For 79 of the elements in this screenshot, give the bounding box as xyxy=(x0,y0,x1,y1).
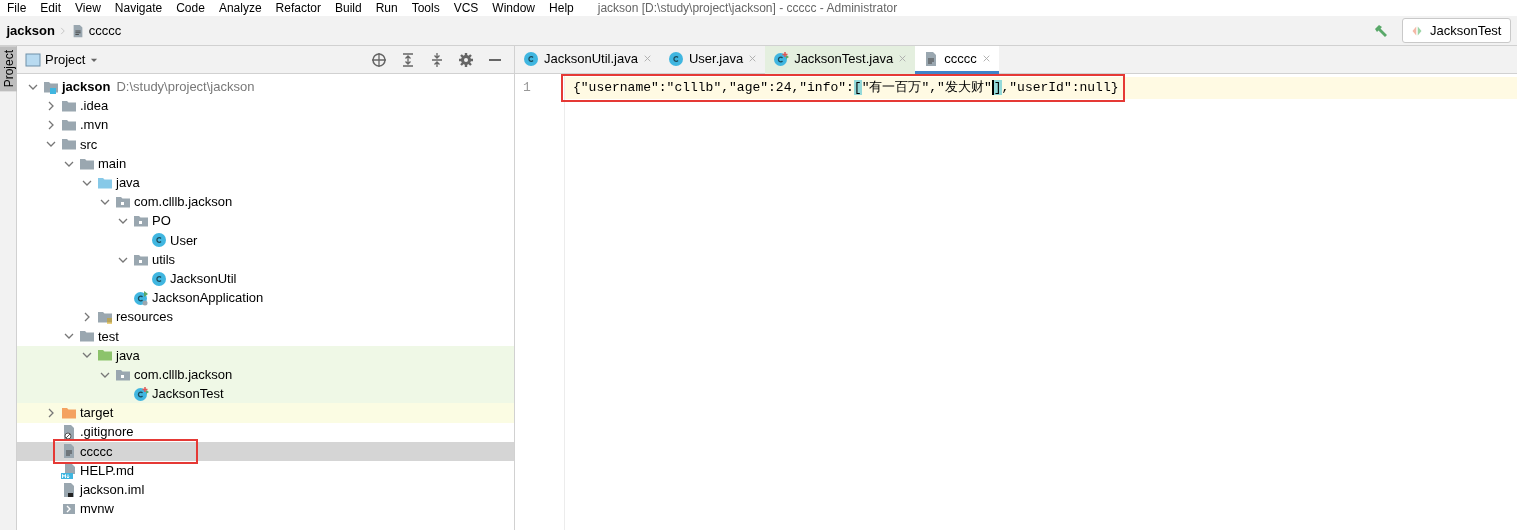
tree-item[interactable]: jackson.iml xyxy=(17,480,514,500)
tree-item[interactable]: utils xyxy=(17,249,514,270)
tree-item[interactable]: main xyxy=(17,154,514,174)
tree-item[interactable]: src xyxy=(17,134,514,154)
menu-item[interactable]: Refactor xyxy=(268,0,328,16)
menu-item[interactable]: Run xyxy=(368,0,405,16)
tree-item[interactable]: .idea xyxy=(17,96,514,116)
breadcrumb-item[interactable]: jackson xyxy=(6,20,55,41)
menu-item[interactable]: VCS xyxy=(446,0,486,16)
panel-icon xyxy=(25,51,41,68)
menu-item[interactable]: Code xyxy=(169,0,212,16)
close-icon xyxy=(748,54,758,63)
project-view-dropdown[interactable]: Project xyxy=(25,49,100,70)
tree-item[interactable]: java xyxy=(17,345,514,366)
menu-item[interactable]: Tools xyxy=(404,0,447,16)
tree-item[interactable]: JacksonTest xyxy=(17,384,514,404)
minimize-icon xyxy=(488,58,501,61)
tree-item[interactable]: JacksonUtil xyxy=(17,269,514,289)
test-class-icon xyxy=(773,50,790,67)
folder-icon xyxy=(61,98,77,115)
menu-item[interactable]: File xyxy=(0,0,34,16)
tree-item[interactable]: com.clllb.jackson xyxy=(17,365,514,385)
folder-icon xyxy=(61,405,77,422)
editor-tab[interactable]: JacksonUtil.java xyxy=(515,46,660,74)
text-file-icon xyxy=(61,443,77,460)
tree-item[interactable]: test xyxy=(17,326,514,346)
tree-item[interactable]: jackson D:\study\project\jackson xyxy=(17,77,514,97)
window-title: jackson [D:\study\project\jackson] - ccccc - Administrator xyxy=(596,0,899,16)
ignore-file-icon xyxy=(61,424,77,441)
tree-item[interactable]: target xyxy=(17,403,514,423)
close-icon xyxy=(981,54,991,63)
menu-item[interactable]: Window xyxy=(485,0,543,16)
menu-item[interactable]: Help xyxy=(542,0,581,16)
settings-button[interactable] xyxy=(457,51,474,68)
class-icon xyxy=(151,232,167,249)
markdown-file-icon xyxy=(61,462,77,479)
tree-item[interactable]: ccccc xyxy=(17,441,514,461)
editor-tab[interactable]: ccccc xyxy=(915,46,999,74)
class-icon xyxy=(151,270,167,287)
class-icon xyxy=(523,50,539,67)
close-icon xyxy=(642,54,652,63)
run-config-icon xyxy=(1411,24,1424,37)
folder-icon xyxy=(61,117,77,134)
folder-icon xyxy=(97,347,113,364)
menu-item[interactable]: Navigate xyxy=(107,0,170,16)
tree-item[interactable]: JacksonApplication xyxy=(17,288,514,308)
tree-item[interactable]: resources xyxy=(17,307,514,327)
tree-item[interactable]: com.clllb.jackson xyxy=(17,192,514,212)
folder-icon xyxy=(79,328,95,345)
build-button[interactable] xyxy=(1373,22,1390,39)
class-icon xyxy=(667,50,684,67)
settings-icon xyxy=(457,51,474,68)
menu-item[interactable]: Build xyxy=(327,0,369,16)
close-icon xyxy=(898,54,908,63)
menu-item[interactable]: Edit xyxy=(33,0,69,16)
tree-item[interactable]: .gitignore xyxy=(17,422,514,442)
editor-tab[interactable]: User.java xyxy=(659,46,766,74)
tree-item[interactable]: User xyxy=(17,230,514,250)
hammer-icon xyxy=(1373,22,1390,39)
editor-tab[interactable]: JacksonTest.java xyxy=(765,46,916,74)
tree-item[interactable]: mvnw xyxy=(17,499,514,519)
menu-item[interactable]: View xyxy=(68,0,108,16)
package-folder-icon xyxy=(133,213,149,230)
tree-item[interactable]: .mvn xyxy=(17,115,514,135)
module-file-icon xyxy=(61,481,77,498)
breadcrumb-item[interactable]: ccccc xyxy=(88,20,122,41)
crosshair-icon xyxy=(370,51,387,68)
run-configuration-selector[interactable]: JacksonTest xyxy=(1402,17,1511,44)
folder-icon xyxy=(61,136,77,153)
tree-item[interactable]: HELP.md xyxy=(17,461,514,481)
menu-item[interactable]: Analyze xyxy=(211,0,269,16)
tree-item[interactable]: java xyxy=(17,173,514,193)
resources-folder-icon xyxy=(97,309,113,326)
tree-item[interactable]: PO xyxy=(17,211,514,231)
test-class-icon xyxy=(133,385,149,402)
application-class-icon xyxy=(133,289,149,306)
line-number: 1 xyxy=(522,79,532,98)
tool-window-tab[interactable]: Project xyxy=(0,46,17,92)
locate-button[interactable] xyxy=(370,51,387,68)
